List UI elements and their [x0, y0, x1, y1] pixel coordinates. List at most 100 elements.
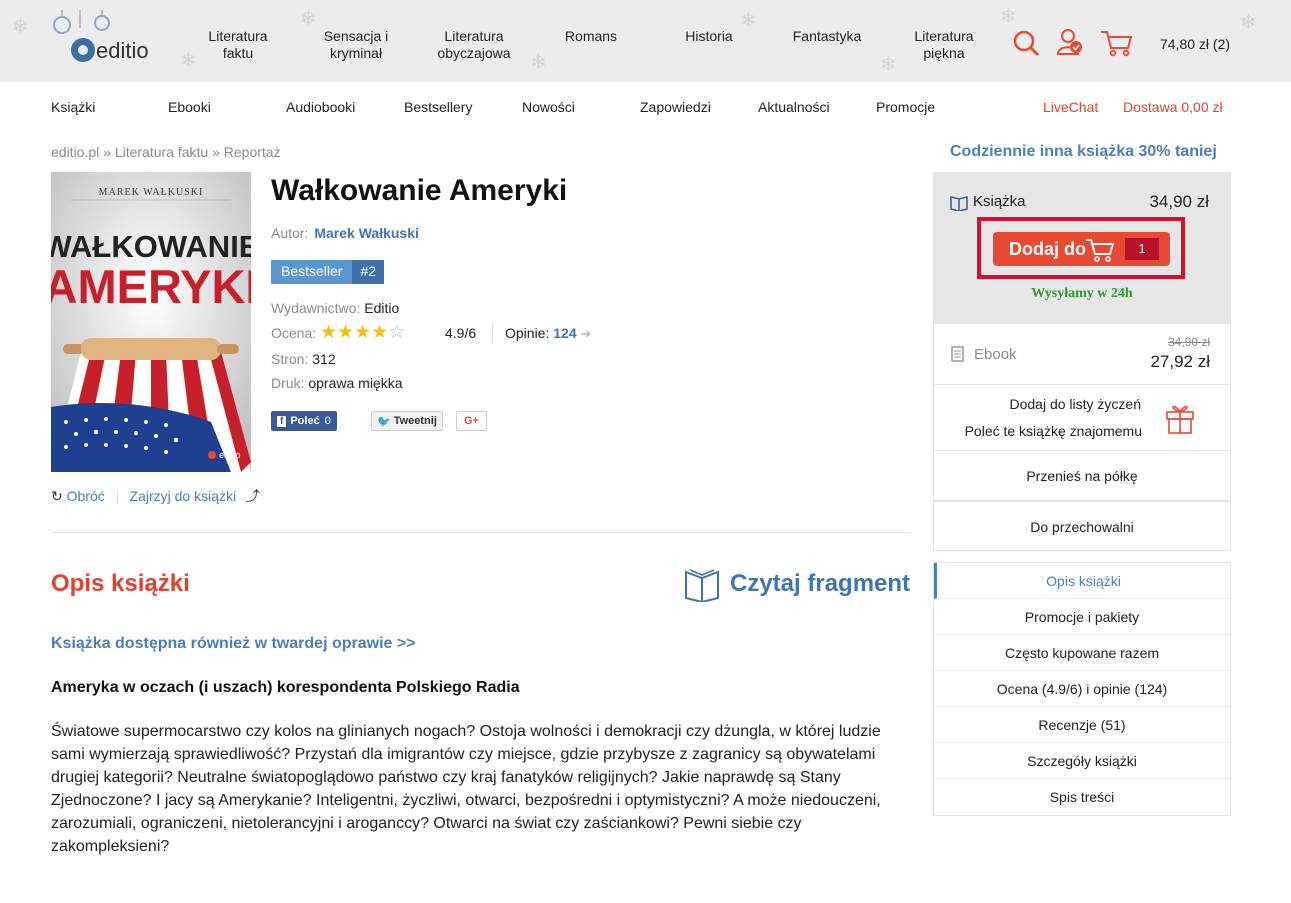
category-sensacja-kryminal[interactable]: Sensacja i kryminał [301, 28, 411, 62]
section-nav: Opis książki Promocje i pakiety Często k… [933, 562, 1231, 816]
book-format-label: Książka [973, 193, 1026, 210]
rating-label: Ocena: [271, 325, 317, 341]
opinions-row[interactable]: Opinie: 124 ➜ [505, 325, 591, 342]
nav-book-details[interactable]: Szczegóły książki [934, 743, 1230, 779]
facebook-count: 0 [324, 415, 331, 427]
open-book-icon [685, 569, 719, 602]
cover-author-text: MAREK WAŁKUSKI [99, 187, 204, 198]
buy-box: Książka 34,90 zł Dodaj do 1 Wysyłamy w 2… [933, 172, 1231, 324]
category-romans[interactable]: Romans [536, 28, 646, 45]
menu-nowosci[interactable]: Nowości [522, 99, 575, 115]
snowflake-decoration-icon: ❄ [1240, 10, 1257, 34]
opinions-count[interactable]: 124 [553, 325, 576, 341]
nav-table-of-contents[interactable]: Spis treści [934, 779, 1230, 815]
description-body: Światowe supermocarstwo czy kolos na gli… [51, 723, 881, 855]
rotate-icon[interactable]: ↻ [51, 488, 63, 504]
livechat-link[interactable]: LiveChat [1043, 99, 1098, 115]
book-cover[interactable]: MAREK WAŁKUSKI WAŁKOWANIE AMERYKI editio [51, 172, 251, 472]
star-icon: ★ [354, 321, 372, 343]
search-icon[interactable] [1012, 29, 1040, 57]
rating-stars: ★ ★ ★ ★ ☆ [320, 323, 405, 342]
menu-ksiazki[interactable]: Książki [51, 99, 95, 115]
menu-zapowiedzi[interactable]: Zapowiedzi [640, 99, 711, 115]
recommend-to-friend-link[interactable]: Poleć te książkę znajomemu [965, 423, 1142, 439]
cover-actions: ↻ Obróć Zajrzyj do książki ⤴ [51, 486, 260, 506]
move-to-shelf-button[interactable]: Przenieś na półkę [933, 451, 1231, 501]
menu-promocje[interactable]: Promocje [876, 99, 935, 115]
category-historia[interactable]: Historia [654, 28, 764, 45]
menu-bestsellery[interactable]: Bestsellery [404, 99, 472, 115]
menu-audiobooki[interactable]: Audiobooki [286, 99, 355, 115]
binding-row: Druk: oprawa miękka [271, 375, 403, 391]
wishlist-box: Dodaj do listy życzeń Poleć te książkę z… [933, 385, 1231, 451]
cart-icon [1086, 239, 1115, 262]
category-literatura-piekna[interactable]: Literatura piękna [889, 28, 999, 62]
ebook-icon [951, 346, 964, 362]
return-arrow-icon[interactable]: ⤴ [246, 488, 260, 504]
nav-description[interactable]: Opis książki [934, 563, 1230, 599]
facebook-icon: f [277, 415, 287, 427]
pages-label: Stron: [271, 351, 309, 367]
gift-icon[interactable] [1164, 400, 1196, 434]
bestseller-badge[interactable]: Bestseller #2 [271, 260, 385, 284]
quantity-field[interactable]: 1 [1125, 238, 1159, 260]
divider [492, 323, 493, 343]
ebook-label: Ebook [974, 346, 1017, 363]
nav-frequently-bought[interactable]: Często kupowane razem [934, 635, 1230, 671]
nav-reviews[interactable]: Recenzje (51) [934, 707, 1230, 743]
cart-summary[interactable]: 74,80 zł (2) [1160, 36, 1230, 52]
main-menu: Książki Ebooki Audiobooki Bestsellery No… [0, 82, 1291, 132]
description-heading: Opis książki [51, 570, 190, 597]
category-fantastyka[interactable]: Fantastyka [772, 28, 882, 45]
read-fragment-label: Czytaj fragment [730, 570, 911, 597]
shipping-cost-link[interactable]: Dostawa 0,00 zł [1123, 99, 1223, 115]
ebook-option[interactable]: Ebook 34,90 zł 27,92 zł [933, 324, 1231, 385]
turn-cover-link[interactable]: Obróć [67, 488, 105, 504]
look-inside-link[interactable]: Zajrzyj do książki [130, 488, 237, 504]
star-empty-icon: ☆ [388, 321, 406, 343]
save-for-later-button[interactable]: Do przechowalni [933, 501, 1231, 551]
snowflake-decoration-icon: ❄ [530, 50, 547, 74]
category-literatura-faktu[interactable]: Literatura faktu [183, 28, 293, 62]
daily-promo-link[interactable]: Codziennie inna książka 30% taniej [950, 143, 1217, 161]
editio-logo[interactable]: editio [52, 10, 177, 70]
binding-label: Druk: [271, 375, 305, 391]
tweet-button[interactable]: 🐦 Tweetnij [371, 411, 443, 431]
cover-title-line-1: WAŁKOWANIE [51, 229, 251, 264]
section-divider [51, 532, 911, 533]
user-account-icon[interactable] [1056, 27, 1084, 57]
rating-value: 4.9/6 [445, 325, 477, 341]
star-icon: ★ [337, 321, 355, 343]
menu-aktualnosci[interactable]: Aktualności [758, 99, 830, 115]
top-header: ❄ ❄ ❄ ❄ ❄ ❄ ❄ ❄ editio Literatura faktu … [0, 0, 1291, 82]
add-to-cart-label: Dodaj do [1009, 239, 1086, 259]
menu-ebooki[interactable]: Ebooki [168, 99, 211, 115]
binding-value: oprawa miękka [308, 375, 403, 391]
hardcover-link[interactable]: Książka dostępna również w twardej opraw… [51, 635, 416, 653]
cover-title-line-2: AMERYKI [51, 260, 251, 313]
category-literatura-obyczajowa[interactable]: Literatura obyczajowa [419, 28, 529, 62]
read-fragment-link[interactable]: Czytaj fragment [684, 566, 910, 602]
snowflake-decoration-icon: ❄ [1000, 4, 1017, 28]
breadcrumb[interactable]: editio.pl » Literatura faktu » Reportaż [51, 144, 281, 160]
separator [116, 490, 118, 505]
pages-row: Stron: 312 [271, 351, 336, 367]
publisher-row: Wydawnictwo: Editio [271, 300, 399, 316]
tweet-label: Tweetnij [393, 415, 437, 427]
nav-ratings-opinions[interactable]: Ocena (4.9/6) i opinie (124) [934, 671, 1230, 707]
book-title: Wałkowanie Ameryki [271, 174, 568, 207]
publisher-value: Editio [364, 300, 400, 316]
star-icon: ★ [371, 321, 389, 343]
author-link[interactable]: Marek Wałkuski [314, 225, 419, 241]
google-plus-button[interactable]: G+ [456, 411, 487, 431]
facebook-label: Poleć [290, 415, 320, 427]
add-to-cart-button[interactable]: Dodaj do 1 [993, 232, 1170, 266]
description-lead: Ameryka w oczach (i uszach) korespondent… [51, 679, 520, 696]
author-label: Autor: [271, 225, 309, 241]
star-icon: ★ [320, 321, 338, 343]
facebook-recommend-button[interactable]: f Poleć 0 [271, 411, 337, 431]
add-to-wishlist-link[interactable]: Dodaj do listy życzeń [1009, 396, 1141, 412]
nav-promotions[interactable]: Promocje i pakiety [934, 599, 1230, 635]
shopping-cart-icon[interactable] [1100, 29, 1134, 57]
arrow-circle-icon[interactable]: ➜ [581, 326, 592, 341]
